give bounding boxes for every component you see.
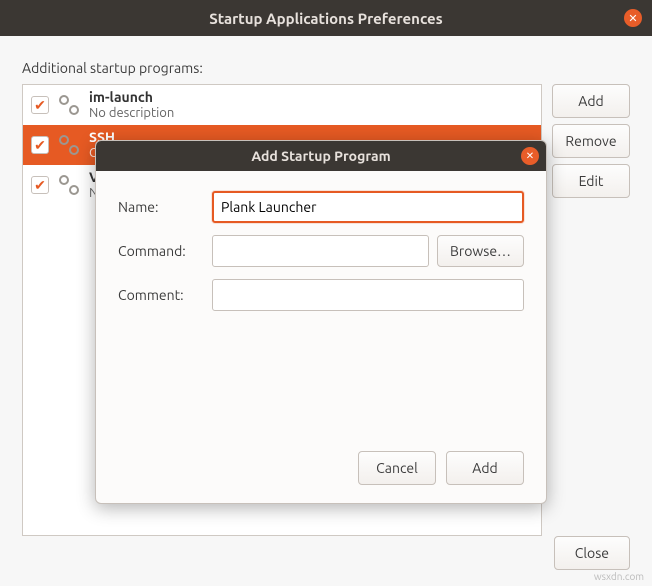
modal-actions: Cancel Add: [118, 451, 524, 485]
add-button[interactable]: Add: [552, 84, 630, 118]
list-item[interactable]: ✔ im-launch No description: [23, 85, 541, 125]
row-subtitle: No description: [89, 106, 174, 122]
checkbox[interactable]: ✔: [31, 176, 49, 194]
row-text: im-launch No description: [89, 89, 174, 121]
modal-add-button[interactable]: Add: [446, 451, 524, 485]
modal-titlebar: Add Startup Program ✕: [96, 141, 546, 171]
footer: Close: [554, 536, 630, 570]
edit-button[interactable]: Edit: [552, 164, 630, 198]
browse-button[interactable]: Browse…: [437, 235, 524, 267]
close-button[interactable]: Close: [554, 536, 630, 570]
close-icon: ✕: [526, 150, 534, 162]
gear-icon: [57, 93, 81, 117]
remove-button[interactable]: Remove: [552, 124, 630, 158]
gear-icon: [57, 173, 81, 197]
side-buttons: Add Remove Edit: [552, 84, 630, 536]
row-title: im-launch: [89, 89, 174, 106]
main-close-button[interactable]: ✕: [624, 9, 642, 27]
comment-label: Comment:: [118, 287, 204, 303]
modal-title: Add Startup Program: [251, 148, 390, 164]
comment-input[interactable]: [212, 279, 524, 311]
main-titlebar: Startup Applications Preferences ✕: [0, 0, 652, 36]
gear-icon: [57, 133, 81, 157]
close-icon: ✕: [628, 12, 637, 25]
cancel-button[interactable]: Cancel: [358, 451, 436, 485]
main-window-title: Startup Applications Preferences: [209, 10, 443, 27]
add-startup-program-dialog: Add Startup Program ✕ Name: Command: Bro…: [95, 140, 547, 504]
name-label: Name:: [118, 199, 204, 215]
modal-body: Name: Command: Browse… Comment: Cancel A…: [96, 171, 546, 503]
modal-close-button[interactable]: ✕: [521, 147, 539, 165]
checkbox[interactable]: ✔: [31, 136, 49, 154]
name-input[interactable]: [212, 191, 524, 223]
checkbox[interactable]: ✔: [31, 96, 49, 114]
section-label: Additional startup programs:: [22, 60, 630, 76]
command-label: Command:: [118, 243, 204, 259]
form-grid: Name: Command: Browse… Comment:: [118, 191, 524, 311]
command-input[interactable]: [212, 235, 429, 267]
watermark: wsxdn.com: [594, 571, 644, 582]
